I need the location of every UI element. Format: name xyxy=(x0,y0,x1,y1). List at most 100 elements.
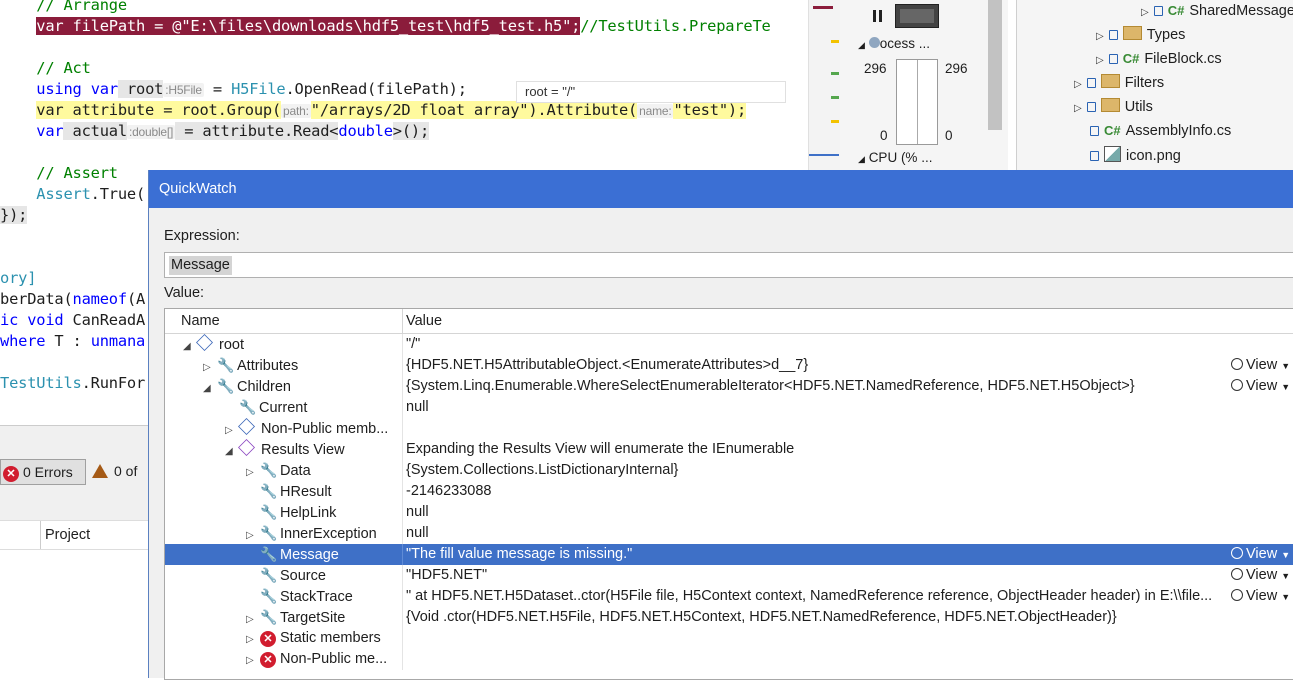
solution-item-label: SharedMessage xyxy=(1189,3,1293,19)
solution-item[interactable]: ▷ Utils xyxy=(1074,96,1153,118)
code-line[interactable]: }); xyxy=(0,205,27,226)
code-line[interactable]: // Assert xyxy=(0,163,118,184)
expression-input[interactable]: Message xyxy=(164,252,1293,278)
watch-row[interactable]: ▷ ✕ Static members xyxy=(165,628,1293,649)
watch-row[interactable]: ▷ 🔧 InnerException null xyxy=(165,523,1293,544)
code-line[interactable]: where T : unmana xyxy=(0,331,145,352)
watch-row-name: InnerException xyxy=(280,526,377,542)
chevron-down-icon: ▼ xyxy=(1281,571,1291,581)
solution-item[interactable]: ▷ C# FileBlock.cs xyxy=(1096,48,1222,70)
code-token: // Assert xyxy=(36,164,118,182)
watch-row[interactable]: ▷ ✕ Non-Public me... xyxy=(165,649,1293,670)
code-token: CanReadA xyxy=(63,311,146,329)
code-line[interactable]: using var root:H5File = H5File.OpenRead(… xyxy=(0,79,467,100)
view-button[interactable]: View ▼ xyxy=(1231,544,1290,566)
watch-row[interactable]: 🔧 Source "HDF5.NET" View ▼ xyxy=(165,565,1293,586)
watch-row-value: "The fill value message is missing." xyxy=(406,546,633,562)
code-line[interactable]: TestUtils.RunFor xyxy=(0,373,145,394)
expand-arrow-icon[interactable]: ▷ xyxy=(246,609,260,630)
code-token: T : xyxy=(45,332,91,350)
name-column-header[interactable]: Name xyxy=(181,309,220,333)
lock-icon xyxy=(1108,54,1118,64)
watch-row[interactable]: ▷ Non-Public memb... xyxy=(165,418,1293,439)
watch-row[interactable]: 🔧 Message "The fill value message is missi… xyxy=(165,544,1293,565)
code-line[interactable]: Assert.True( xyxy=(0,184,145,205)
code-line[interactable]: var actual:double[] = attribute.Read<dou… xyxy=(0,121,429,142)
collapse-triangle-icon[interactable]: ◢ xyxy=(858,154,865,164)
solution-item[interactable]: ▷ Types xyxy=(1096,24,1185,46)
expand-arrow-icon[interactable]: ◢ xyxy=(203,378,217,399)
watch-row[interactable]: ◢ Results View Expanding the Results View … xyxy=(165,439,1293,460)
expand-arrow-icon[interactable]: ▷ xyxy=(1074,103,1082,114)
view-label: View xyxy=(1246,567,1278,583)
expand-arrow-icon[interactable]: ◢ xyxy=(183,336,197,357)
pause-icon[interactable] xyxy=(873,10,883,22)
watch-row[interactable]: ▷ 🔧 Data {System.Collections.ListDictionary… xyxy=(165,460,1293,481)
watch-row[interactable]: ▷ 🔧 TargetSite {Void .ctor(HDF5.NET.H5File,… xyxy=(165,607,1293,628)
code-line[interactable]: // Act xyxy=(0,58,91,79)
watch-row[interactable]: ▷ 🔧 Attributes {HDF5.NET.H5AttributableObje… xyxy=(165,355,1293,376)
collapse-triangle-icon[interactable]: ◢ xyxy=(858,40,865,50)
expand-arrow-icon[interactable]: ▷ xyxy=(1141,7,1149,18)
watch-row-name: HResult xyxy=(280,484,332,500)
expand-arrow-icon[interactable]: ▷ xyxy=(246,462,260,483)
view-button[interactable]: View ▼ xyxy=(1231,565,1290,587)
code-line[interactable]: var attribute = root.Group(path: "/arrays… xyxy=(0,100,746,121)
watch-row-value: null xyxy=(406,399,429,415)
expand-arrow-icon[interactable]: ▷ xyxy=(1096,55,1104,66)
code-line[interactable]: var filePath = @"E:\files\downloads\hdf5… xyxy=(0,16,771,37)
wrench-icon: 🔧 xyxy=(260,504,278,520)
wrench-icon: 🔧 xyxy=(260,546,278,562)
watch-row[interactable]: 🔧 StackTrace " at HDF5.NET.H5Dataset..ctor… xyxy=(165,586,1293,607)
code-line[interactable]: // Arrange xyxy=(0,0,127,16)
watch-row[interactable]: 🔧 HelpLink null xyxy=(165,502,1293,523)
value-column-header[interactable]: Value xyxy=(406,309,442,333)
watch-row[interactable]: 🔧 HResult -2146233088 xyxy=(165,481,1293,502)
code-line[interactable]: ic void CanReadA xyxy=(0,310,145,331)
expand-arrow-icon[interactable]: ▷ xyxy=(246,650,260,671)
expand-arrow-icon[interactable]: ▷ xyxy=(246,525,260,546)
watch-grid[interactable]: Name Value ◢ root "/" ▷ 🔧 Attributes {HDF5.NET… xyxy=(164,308,1293,680)
diag-scrollbar[interactable] xyxy=(988,0,1002,130)
solution-item[interactable]: C# AssemblyInfo.cs xyxy=(1090,120,1231,142)
solution-item[interactable]: icon.png xyxy=(1090,144,1181,166)
watch-row[interactable]: ◢ root "/" xyxy=(165,334,1293,355)
watch-row-value: Expanding the Results View will enumerat… xyxy=(406,441,795,457)
chevron-down-icon: ▼ xyxy=(1281,361,1291,371)
solution-item-label: Filters xyxy=(1124,75,1165,91)
warning-icon xyxy=(92,464,108,478)
view-button[interactable]: View ▼ xyxy=(1231,355,1290,377)
project-column-header[interactable]: Project xyxy=(45,521,90,549)
watch-row[interactable]: ◢ 🔧 Children {System.Linq.Enumerable.WhereS… xyxy=(165,376,1293,397)
memory-left-max: 296 xyxy=(864,61,887,76)
expand-arrow-icon[interactable]: ▷ xyxy=(1074,79,1082,90)
wrench-icon: 🔧 xyxy=(239,399,257,415)
expand-arrow-icon[interactable]: ▷ xyxy=(246,629,260,650)
timeline-thumbnail[interactable] xyxy=(895,4,939,28)
watch-row-name: root xyxy=(219,337,244,353)
watch-row[interactable]: 🔧 Current null xyxy=(165,397,1293,418)
expand-arrow-icon[interactable]: ▷ xyxy=(225,420,239,441)
chevron-down-icon: ▼ xyxy=(1281,382,1291,392)
solution-item[interactable]: ▷ Filters xyxy=(1074,72,1164,94)
editor-scroll-map[interactable] xyxy=(808,0,841,170)
grid-header: Name Value xyxy=(165,309,1293,334)
code-line[interactable]: ory] xyxy=(0,268,36,289)
view-button[interactable]: View ▼ xyxy=(1231,376,1290,398)
code-line[interactable]: berData(nameof(A xyxy=(0,289,145,310)
warnings-filter-button[interactable]: 0 of xyxy=(92,459,148,485)
code-token: berData( xyxy=(0,290,73,308)
expand-arrow-icon[interactable]: ▷ xyxy=(1096,31,1104,42)
expand-arrow-icon[interactable]: ◢ xyxy=(225,441,239,462)
errors-filter-button[interactable]: ✕ 0 Errors xyxy=(0,459,86,485)
dialog-title[interactable]: QuickWatch xyxy=(149,170,1293,208)
view-button[interactable]: View ▼ xyxy=(1231,586,1290,608)
code-token: "/arrays/2D float array").Attribute( xyxy=(310,101,638,119)
scroll-marker xyxy=(831,72,839,75)
expand-arrow-icon[interactable]: ▷ xyxy=(203,357,217,378)
watch-row-value: null xyxy=(406,504,429,520)
solution-item[interactable]: ▷ C# SharedMessage xyxy=(1141,0,1293,22)
